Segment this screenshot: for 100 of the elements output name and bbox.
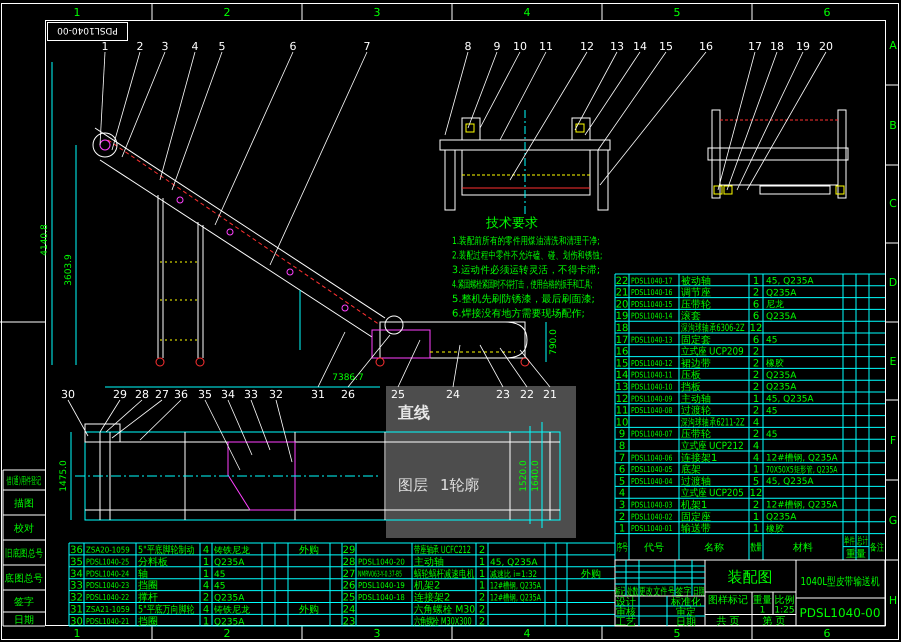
table-cell: 18 [616, 323, 628, 334]
table-cell: PDSL1040-04 [631, 476, 672, 486]
table-cell: 2 [752, 358, 760, 370]
side-strip-label: 底图总号 [4, 573, 44, 585]
part-number: 15 [659, 40, 673, 53]
part-number: 23 [496, 388, 510, 401]
requirement-text: 6.焊接没有地方需要现场配作; [452, 308, 585, 320]
table-cell: 21 [616, 288, 628, 299]
table-cell: PDSL1040-14 [631, 310, 672, 321]
table-cell: 70X50X5矩形管, Q235A [766, 464, 838, 475]
title-block-label: 标准化 [671, 597, 701, 608]
table-cell: 2 [478, 545, 486, 556]
table-cell: 11 [616, 406, 628, 417]
table-cell: 挡圈 [138, 580, 158, 592]
table-cell: 压带轮 [681, 429, 711, 440]
table-cell: PDSL1040-07 [631, 428, 672, 439]
dimension-value: 790.0 [549, 329, 559, 355]
table-cell: Q235A [766, 512, 796, 522]
tooltip-value: 1轮廓 [440, 476, 480, 494]
table-cell: 45, Q235A [766, 276, 814, 286]
title-block-label: 处数 [626, 584, 638, 597]
part-number: 8 [464, 40, 472, 53]
table-cell: 6 [752, 311, 760, 322]
table-cell: 外购 [581, 568, 601, 580]
dimension-value: 3603.9 [64, 254, 74, 286]
part-number: 2 [136, 40, 144, 53]
zone-number: 3 [374, 627, 380, 640]
table-cell: 减速比 i=1:32 [490, 568, 537, 580]
table-cell: 15 [616, 358, 628, 370]
table-cell: 蜗轮蜗杆减速电机 [414, 568, 474, 580]
table-cell: 主动轴 [681, 394, 711, 405]
zone-number: 1 [74, 627, 80, 640]
table-cell: 25 [342, 592, 356, 604]
zone-number: 4 [524, 6, 530, 19]
zone-number: 6 [824, 6, 830, 19]
part-number: 6 [290, 40, 296, 53]
table-cell: PDSL1040-18 [358, 592, 405, 602]
side-strip-label: 签字 [14, 597, 34, 608]
table-cell: 固定座 [681, 512, 711, 523]
table-cell: 1 [752, 524, 760, 535]
table-cell: 14 [616, 370, 628, 382]
leader-line [68, 400, 88, 436]
table-cell: 2 [752, 406, 760, 417]
table-cell: 1 [618, 524, 626, 535]
side-strip-label: 旧底图总号 [5, 548, 43, 560]
table-cell: 9 [618, 429, 626, 440]
table-cell: PDSL1040-06 [631, 452, 672, 463]
table-cell: PDSL1040-05 [631, 464, 672, 474]
drawing-type: 装配图 [728, 568, 772, 586]
part-number: 19 [796, 40, 810, 53]
table-cell: PDSL1040-16 [631, 287, 672, 298]
leader-line [276, 400, 292, 462]
part-number: 29 [113, 388, 127, 401]
table-cell: 1 [478, 580, 486, 592]
table-cell: 30 [70, 616, 83, 628]
zone-number: 2 [224, 627, 230, 640]
zone-number: 3 [374, 6, 380, 19]
leader-line [452, 344, 460, 388]
table-header: 数量 [750, 540, 762, 554]
table-cell: PDSL1040-24 [86, 568, 130, 578]
table-cell: 35 [70, 556, 83, 568]
table-cell: 2 [752, 382, 760, 393]
table-cell: 5 [752, 476, 760, 488]
table-cell: 2 [202, 592, 210, 604]
table-cell: PDSL1040-01 [631, 523, 672, 534]
tooltip-command: 直线 [398, 403, 430, 422]
zone-number: 5 [674, 627, 680, 640]
part-number: 32 [269, 388, 283, 401]
table-cell: PDSL1040-23 [86, 580, 130, 590]
table-cell: 固定套 [681, 334, 711, 346]
table-cell: 输送带 [681, 524, 711, 535]
quantity-value: 1 [760, 606, 766, 616]
table-cell: 45, Q235A [766, 394, 814, 404]
table-cell: 12#槽钢, Q235A [490, 580, 541, 592]
table-cell: 立式座 UCP212 [681, 440, 744, 452]
table-cell: 34 [70, 568, 83, 580]
table-header: 单件 [844, 535, 855, 547]
title-block-label: 共 页 [716, 616, 740, 627]
table-cell: 12 [616, 394, 628, 405]
table-cell: 橡胶 [766, 359, 784, 370]
drawing-number: PDSL1040-00 [800, 606, 880, 620]
table-cell: 压板 [681, 370, 701, 382]
table-cell: 铸铁尼龙 [214, 606, 250, 616]
part-number: 4 [192, 40, 198, 53]
table-cell: PDSL1040-11 [631, 370, 672, 380]
table-cell: 20 [616, 299, 628, 310]
table-cell: 带座轴承 UCFC212 [414, 544, 471, 556]
part-number: 9 [494, 40, 500, 53]
requirement-text: 4.紧固螺栓紧固时不得打击，使用合格的扳手和工具; [452, 278, 593, 290]
part-number: 11 [539, 40, 553, 53]
zone-number: 1 [74, 6, 80, 19]
table-cell: 1 [202, 556, 210, 568]
part-number: 18 [770, 40, 784, 53]
table-cell: 1 [202, 568, 210, 580]
leader-line [398, 340, 420, 388]
table-cell: ZSA20-1059 [86, 545, 130, 555]
leader-line [480, 344, 504, 388]
table-cell: 挡圈 [138, 616, 158, 628]
leader-line [250, 400, 270, 450]
table-cell: 2 [752, 370, 760, 382]
